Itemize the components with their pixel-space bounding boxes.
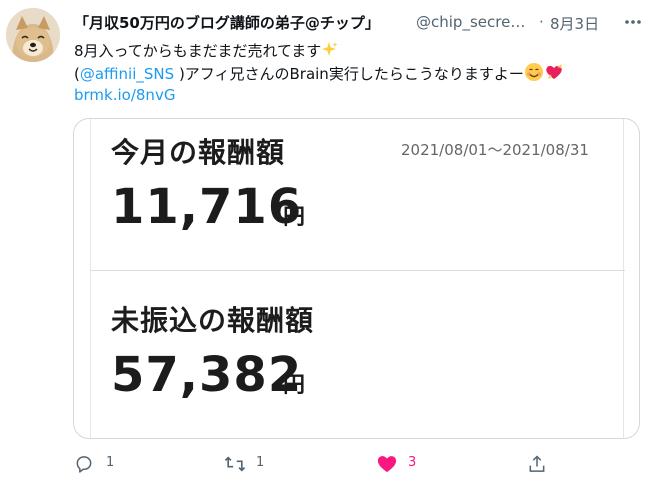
like-count: 3 — [408, 455, 417, 470]
earnings-screenshot: 今月の報酬額 2021/08/01～2021/08/31 11,716 円 未振… — [90, 119, 625, 438]
tweet[interactable]: 「月収50万円のブログ講師の弟子@チップ」 @chip_secret… · 8月… — [0, 0, 660, 482]
earnings-period: 2021/08/01～2021/08/31 — [401, 141, 589, 159]
heart-ribbon-icon — [544, 62, 564, 88]
unpaid-earnings-title: 未振込の報酬額 — [111, 304, 315, 337]
tweet-text-line-1-text: 8月入ってからもまだまだ売れてます — [74, 42, 322, 60]
like-button[interactable]: 3 — [376, 452, 436, 476]
unpaid-earnings-unit: 円 — [283, 373, 306, 398]
author-handle[interactable]: @chip_secret… — [416, 13, 528, 31]
tweet-text: 8月入ってからもまだまだ売れてます (@affinii_SNS )アフィ兄さんの… — [74, 40, 644, 106]
tweet-header: 「月収50万円のブログ講師の弟子@チップ」 @chip_secret… · 8月… — [74, 12, 644, 34]
this-month-earnings-amount: 11,716 — [111, 179, 303, 235]
reply-button[interactable]: 1 — [74, 452, 134, 476]
this-month-earnings-title: 今月の報酬額 — [111, 136, 286, 169]
more-horizontal-icon — [625, 20, 641, 24]
unpaid-earnings-amount: 57,382 — [111, 347, 303, 403]
reply-count: 1 — [106, 455, 115, 470]
smiling-face-icon — [524, 62, 544, 88]
retweet-count: 1 — [256, 455, 265, 470]
retweet-button[interactable]: 1 — [224, 452, 284, 476]
author-display-name[interactable]: 「月収50万円のブログ講師の弟子@チップ」 — [74, 12, 380, 33]
share-button[interactable] — [527, 452, 557, 476]
this-month-earnings-unit: 円 — [283, 205, 306, 230]
tweet-text-line-2: (@affinii_SNS )アフィ兄さんのBrain実行したらこうなりますよー — [74, 62, 644, 84]
mention-link[interactable]: @affinii_SNS — [80, 65, 174, 83]
shiba-dog-avatar-icon — [6, 8, 60, 62]
tweet-actions: 1 1 3 — [74, 452, 644, 476]
more-options-button[interactable] — [622, 12, 644, 32]
reply-icon — [76, 456, 92, 473]
tweet-text-line-1: 8月入ってからもまだまだ売れてます — [74, 40, 644, 62]
heart-filled-icon — [377, 456, 397, 473]
media-image[interactable]: 今月の報酬額 2021/08/01～2021/08/31 11,716 円 未振… — [73, 118, 640, 439]
avatar[interactable] — [6, 8, 60, 62]
share-icon — [529, 455, 545, 472]
external-link[interactable]: brmk.io/8nvG — [74, 86, 175, 104]
retweet-icon — [224, 456, 246, 472]
tweet-timestamp[interactable]: 8月3日 — [550, 13, 599, 34]
card-divider — [91, 270, 625, 271]
header-separator: · — [539, 13, 544, 31]
tweet-text-line-2-text: )アフィ兄さんのBrain実行したらこうなりますよー — [174, 65, 524, 83]
